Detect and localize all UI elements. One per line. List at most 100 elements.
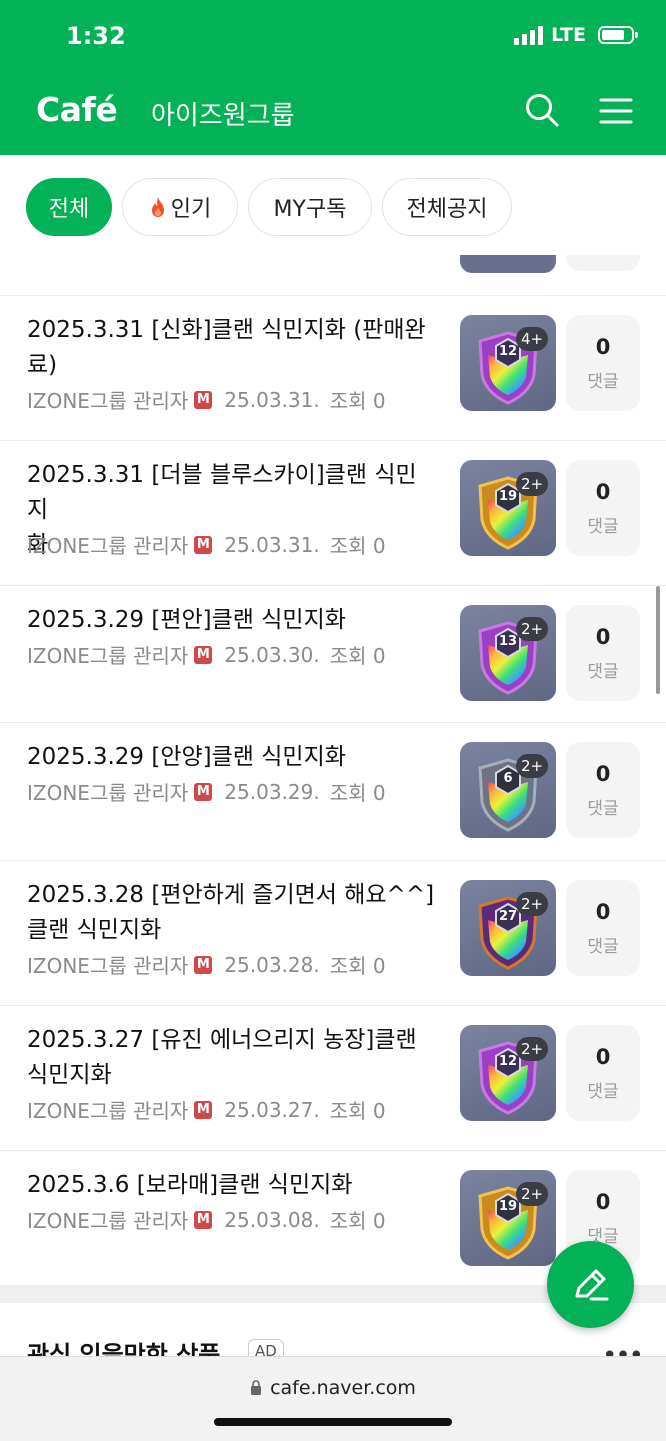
post-author: IZONE그룹 관리자 [27,954,189,978]
url-display[interactable]: cafe.naver.com [0,1377,666,1399]
comment-count-box[interactable] [566,255,640,271]
post-list-item[interactable]: 2025.3.29 [안양]클랜 식민지화 IZONE그룹 관리자 M 25.0… [0,722,666,861]
network-type: LTE [551,24,586,46]
tab-all-notices-label: 전체공지 [406,197,488,222]
post-thumbnail[interactable]: 27 2+ [460,880,556,976]
comment-count: 0 [595,1045,611,1069]
manager-badge: M [194,1210,213,1229]
post-date: 25.03.28. [224,952,320,977]
post-thumbnail[interactable]: 19 2+ [460,1170,556,1266]
post-title[interactable]: 2025.3.29 [안양]클랜 식민지화 [27,740,437,775]
post-views: 조회 0 [329,534,386,558]
post-meta: IZONE그룹 관리자 M 25.03.27. 조회 0 [27,1095,386,1124]
scrollbar[interactable] [656,586,660,694]
search-icon[interactable] [524,92,560,128]
pencil-icon [575,1269,609,1301]
post-title-line: 2025.3.31 [더블 블루스카이]클랜 식민지 [27,462,417,523]
image-count-badge: 2+ [516,892,548,916]
post-views: 조회 0 [329,1209,386,1233]
image-count-badge: 4+ [516,327,548,351]
post-views: 조회 0 [329,781,386,805]
post-list: 2025.3.31 [신화]클랜 식민지화 (판매완료) IZONE그룹 관리자… [0,255,666,1285]
post-date: 25.03.29. [224,779,320,804]
tab-my-subscriptions-label: MY구독 [273,197,347,222]
manager-badge: M [194,645,213,664]
post-meta: IZONE그룹 관리자 M 25.03.08. 조회 0 [27,1205,386,1234]
post-author: IZONE그룹 관리자 [27,389,189,413]
battery-icon [598,26,638,44]
post-date: 25.03.30. [224,642,320,667]
post-author: IZONE그룹 관리자 [27,534,189,558]
post-views: 조회 0 [329,389,386,413]
cafe-title[interactable]: 아이즈원그룹 [151,95,295,132]
post-title-line: 2025.3.27 [유진 에너으리지 농장]클랜 [27,1027,417,1053]
post-thumbnail[interactable]: 6 2+ [460,742,556,838]
list-item-partial[interactable] [0,255,666,296]
comment-label: 댓글 [587,937,619,957]
write-post-button[interactable] [547,1241,634,1328]
image-count-badge: 2+ [516,1037,548,1061]
post-list-item[interactable]: 2025.3.31 [신화]클랜 식민지화 (판매완료) IZONE그룹 관리자… [0,295,666,441]
comment-count: 0 [595,335,611,359]
post-title[interactable]: 2025.3.27 [유진 에너으리지 농장]클랜 식민지화 [27,1023,437,1093]
image-count-badge: 2+ [516,472,548,496]
comment-count-box[interactable]: 0 댓글 [566,315,640,411]
post-title-line: 2025.3.6 [보라매]클랜 식민지화 [27,1172,353,1198]
post-thumbnail[interactable]: 12 2+ [460,1025,556,1121]
post-author: IZONE그룹 관리자 [27,1209,189,1233]
post-thumbnail[interactable]: 19 2+ [460,460,556,556]
comment-label: 댓글 [587,799,619,819]
comment-count-box[interactable]: 0 댓글 [566,742,640,838]
post-list-item[interactable]: 2025.3.27 [유진 에너으리지 농장]클랜 식민지화 IZONE그룹 관리… [0,1005,666,1151]
post-thumbnail[interactable]: 12 4+ [460,315,556,411]
post-views: 조회 0 [329,1099,386,1123]
comment-count-box[interactable]: 0 댓글 [566,605,640,701]
post-meta: IZONE그룹 관리자 M 25.03.30. 조회 0 [27,640,386,669]
comment-count-box[interactable]: 0 댓글 [566,460,640,556]
post-title[interactable]: 2025.3.28 [편안하게 즐기면서 해요^^] 클랜 식민지화 [27,878,437,948]
tab-popular[interactable]: 인기 [122,178,238,236]
menu-icon[interactable] [598,92,634,128]
post-views: 조회 0 [329,954,386,978]
post-title[interactable]: 2025.3.31 [신화]클랜 식민지화 (판매완료) [27,313,437,383]
post-thumbnail[interactable] [460,255,556,273]
post-title-line: 료) [27,352,58,378]
post-meta: IZONE그룹 관리자 M 25.03.29. 조회 0 [27,777,386,806]
comment-label: 댓글 [587,372,619,392]
cafe-logo[interactable]: Café [36,90,118,129]
post-list-item[interactable]: 2025.3.31 [더블 블루스카이]클랜 식민지 화 IZONE그룹 관리자 … [0,440,666,586]
post-date: 25.03.08. [224,1207,320,1232]
manager-badge: M [194,535,213,554]
post-date: 25.03.27. [224,1097,320,1122]
tab-all[interactable]: 전체 [26,178,112,236]
post-meta: IZONE그룹 관리자 M 25.03.28. 조회 0 [27,950,386,979]
comment-count-box[interactable]: 0 댓글 [566,880,640,976]
post-title[interactable]: 2025.3.29 [편안]클랜 식민지화 [27,603,437,638]
image-count-badge: 2+ [516,1182,548,1206]
tab-all-notices[interactable]: 전체공지 [382,178,512,236]
comment-count-box[interactable]: 0 댓글 [566,1025,640,1121]
manager-badge: M [194,955,213,974]
comment-count: 0 [595,480,611,504]
comment-label: 댓글 [587,517,619,537]
post-title[interactable]: 2025.3.6 [보라매]클랜 식민지화 [27,1168,437,1203]
tab-my-subscriptions[interactable]: MY구독 [248,178,372,236]
post-date: 25.03.31. [224,387,320,412]
lock-icon [251,1380,262,1395]
post-list-item[interactable]: 2025.3.29 [편안]클랜 식민지화 IZONE그룹 관리자 M 25.0… [0,585,666,723]
home-indicator[interactable] [214,1418,452,1426]
tab-popular-label: 인기 [170,197,212,222]
manager-badge: M [194,390,213,409]
post-author: IZONE그룹 관리자 [27,644,189,668]
post-list-item[interactable]: 2025.3.28 [편안하게 즐기면서 해요^^] 클랜 식민지화 IZONE그… [0,860,666,1006]
browser-url-bar[interactable]: cafe.naver.com [0,1356,666,1441]
comment-count: 0 [595,1190,611,1214]
post-thumbnail[interactable]: 13 2+ [460,605,556,701]
app-header: 1:32 LTE Café 아이즈원그룹 [0,0,666,155]
filter-tabs: 전체 인기 MY구독 전체공지 [0,155,666,255]
image-count-badge: 2+ [516,754,548,778]
post-title-line: 2025.3.31 [신화]클랜 식민지화 (판매완 [27,317,426,343]
manager-badge: M [194,1100,213,1119]
status-indicators: LTE [514,24,638,46]
post-date: 25.03.31. [224,532,320,557]
